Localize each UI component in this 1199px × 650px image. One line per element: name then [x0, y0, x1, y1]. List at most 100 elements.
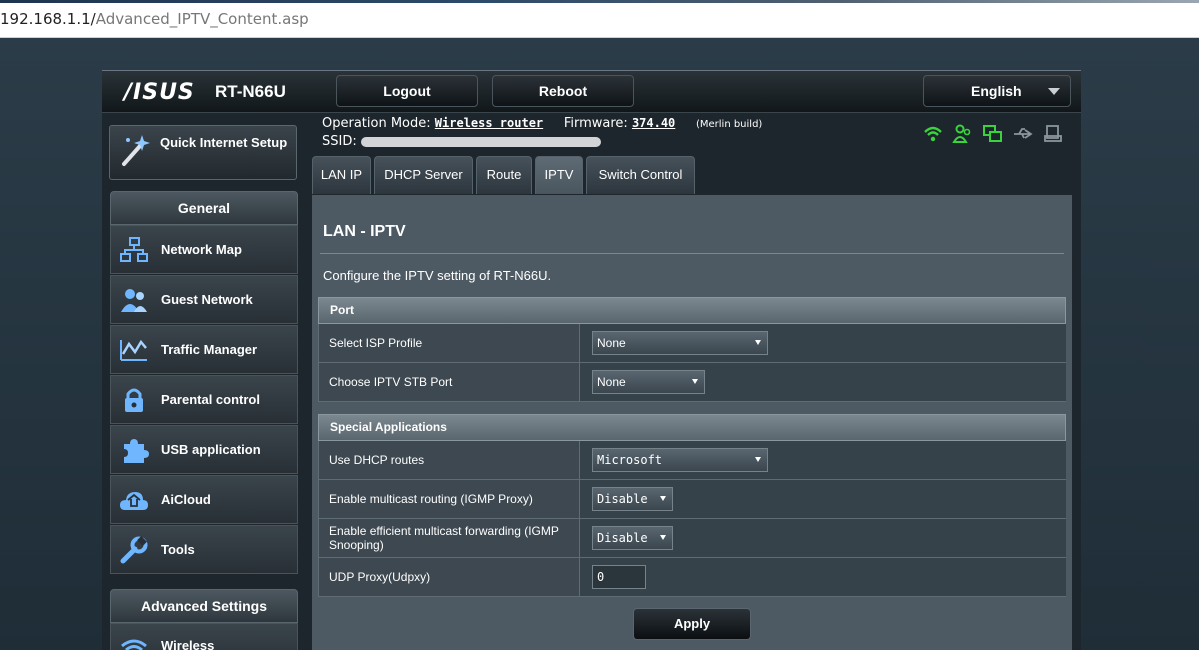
firmware-label: Firmware:: [563, 116, 628, 131]
url-path: Advanced_IPTV_Content.asp: [95, 10, 309, 28]
select-value: None: [597, 336, 626, 350]
sidebar-item-wireless[interactable]: Wireless: [110, 623, 298, 650]
chevron-down-icon: [1048, 88, 1060, 95]
select-value: Microsoft: [597, 453, 663, 467]
tab-lan-ip[interactable]: LAN IP: [312, 156, 371, 194]
iptv-stb-port-select[interactable]: None: [592, 370, 705, 394]
row-value: Disable: [580, 480, 1066, 518]
sidebar-item-network-map[interactable]: Network Map: [110, 225, 298, 274]
sidebar-item-label: Parental control: [161, 392, 260, 407]
network-status-icon[interactable]: [982, 123, 1004, 145]
printer-status-icon[interactable]: [1042, 123, 1064, 145]
top-header: /ISUS RT-N66U Logout Reboot English: [102, 71, 1081, 113]
advanced-settings-header: Advanced Settings: [110, 589, 298, 623]
isp-profile-select[interactable]: None: [592, 331, 768, 355]
cloud-icon: [119, 486, 149, 514]
asus-logo: /ISUS: [124, 80, 195, 105]
url-host: 192.168.1.1/: [0, 10, 96, 28]
sidebar-item-tools[interactable]: Tools: [110, 525, 298, 574]
select-value: None: [597, 375, 626, 389]
wifi-status-icon[interactable]: [922, 123, 944, 145]
igmp-proxy-select[interactable]: Disable: [592, 487, 673, 511]
table-row: Use DHCP routes Microsoft: [318, 441, 1066, 480]
sidebar-item-usb-application[interactable]: USB application: [110, 425, 298, 474]
igmp-snooping-select[interactable]: Disable: [592, 526, 673, 550]
network-map-icon: [119, 236, 149, 264]
row-label: UDP Proxy(Udpxy): [319, 558, 580, 596]
tab-route[interactable]: Route: [476, 156, 532, 194]
sidebar-item-traffic-manager[interactable]: Traffic Manager: [110, 325, 298, 374]
table-row: Enable efficient multicast forwarding (I…: [318, 519, 1066, 558]
wifi-icon: [119, 634, 149, 650]
dropdown-arrow-icon: [660, 496, 666, 501]
row-label: Choose IPTV STB Port: [319, 363, 580, 401]
select-value: Disable: [597, 531, 648, 545]
sidebar-item-label: AiCloud: [161, 492, 211, 507]
router-frame: /ISUS RT-N66U Logout Reboot English Oper…: [102, 70, 1081, 650]
table-row: UDP Proxy(Udpxy) 0: [318, 558, 1066, 597]
qis-label: Quick Internet Setup: [160, 135, 288, 150]
ssid-label: SSID:: [322, 134, 357, 149]
row-value: Disable: [580, 519, 1066, 557]
row-label: Select ISP Profile: [319, 324, 580, 362]
row-value: None: [580, 363, 1066, 401]
language-value: English: [971, 83, 1022, 99]
row-value: Microsoft: [580, 441, 1066, 479]
sidebar-item-label: Traffic Manager: [161, 342, 258, 357]
ssid-redacted: [360, 136, 601, 147]
sidebar-item-guest-network[interactable]: Guest Network: [110, 275, 298, 324]
sidebar-item-parental-control[interactable]: Parental control: [110, 375, 298, 424]
port-section-header: Port: [318, 297, 1066, 324]
usb-status-icon[interactable]: [1012, 123, 1034, 145]
page-title: LAN - IPTV: [323, 223, 406, 240]
tab-dhcp-server[interactable]: DHCP Server: [374, 156, 473, 194]
magic-wand-icon: [118, 132, 154, 168]
url-text[interactable]: 192.168.1.1/Advanced_IPTV_Content.asp: [0, 10, 309, 28]
page-description: Configure the IPTV setting of RT-N66U.: [323, 268, 552, 283]
clients-status-icon[interactable]: [951, 123, 973, 145]
firmware-link[interactable]: 374.40: [632, 116, 675, 130]
wrench-icon: [119, 536, 149, 564]
browser-url-bar[interactable]: 192.168.1.1/Advanced_IPTV_Content.asp: [0, 0, 1199, 38]
sidebar-item-label: Guest Network: [161, 292, 253, 307]
build-note: (Merlin build): [695, 119, 763, 130]
traffic-manager-icon: [119, 336, 149, 364]
op-mode-link[interactable]: Wireless router: [435, 116, 543, 130]
row-label: Enable efficient multicast forwarding (I…: [319, 519, 580, 557]
general-header: General: [110, 191, 298, 225]
tab-switch-control[interactable]: Switch Control: [586, 156, 695, 194]
row-label: Enable multicast routing (IGMP Proxy): [319, 480, 580, 518]
row-value: None: [580, 324, 1066, 362]
row-value: 0: [580, 558, 1066, 596]
sidebar-item-label: Network Map: [161, 242, 242, 257]
sidebar-item-label: Tools: [161, 542, 195, 557]
language-select[interactable]: English: [923, 75, 1071, 107]
table-row: Enable multicast routing (IGMP Proxy) Di…: [318, 480, 1066, 519]
quick-internet-setup-button[interactable]: Quick Internet Setup: [109, 125, 297, 180]
ssid-line: SSID:: [322, 134, 601, 149]
dhcp-routes-select[interactable]: Microsoft: [592, 448, 768, 472]
table-row: Choose IPTV STB Port None: [318, 363, 1066, 402]
apply-button[interactable]: Apply: [633, 608, 751, 640]
status-line: Operation Mode: Wireless router Firmware…: [322, 116, 762, 131]
reboot-button[interactable]: Reboot: [492, 75, 634, 107]
status-icons: [922, 123, 1072, 145]
dropdown-arrow-icon: [755, 340, 761, 345]
guest-network-icon: [119, 286, 149, 314]
title-divider: [320, 253, 1064, 254]
select-value: Disable: [597, 492, 648, 506]
dropdown-arrow-icon: [660, 535, 666, 540]
row-label: Use DHCP routes: [319, 441, 580, 479]
sidebar-item-label: USB application: [161, 442, 261, 457]
content-panel: LAN - IPTV Configure the IPTV setting of…: [312, 195, 1072, 650]
op-mode-label: Operation Mode:: [322, 116, 431, 131]
udpxy-port-input[interactable]: 0: [592, 565, 646, 589]
sidebar-item-aicloud[interactable]: AiCloud: [110, 475, 298, 524]
logout-button[interactable]: Logout: [336, 75, 478, 107]
puzzle-icon: [119, 436, 149, 464]
dropdown-arrow-icon: [755, 457, 761, 462]
lock-icon: [119, 386, 149, 414]
sidebar-item-label: Wireless: [161, 638, 215, 650]
tab-iptv[interactable]: IPTV: [535, 156, 583, 194]
model-name: RT-N66U: [215, 82, 286, 101]
